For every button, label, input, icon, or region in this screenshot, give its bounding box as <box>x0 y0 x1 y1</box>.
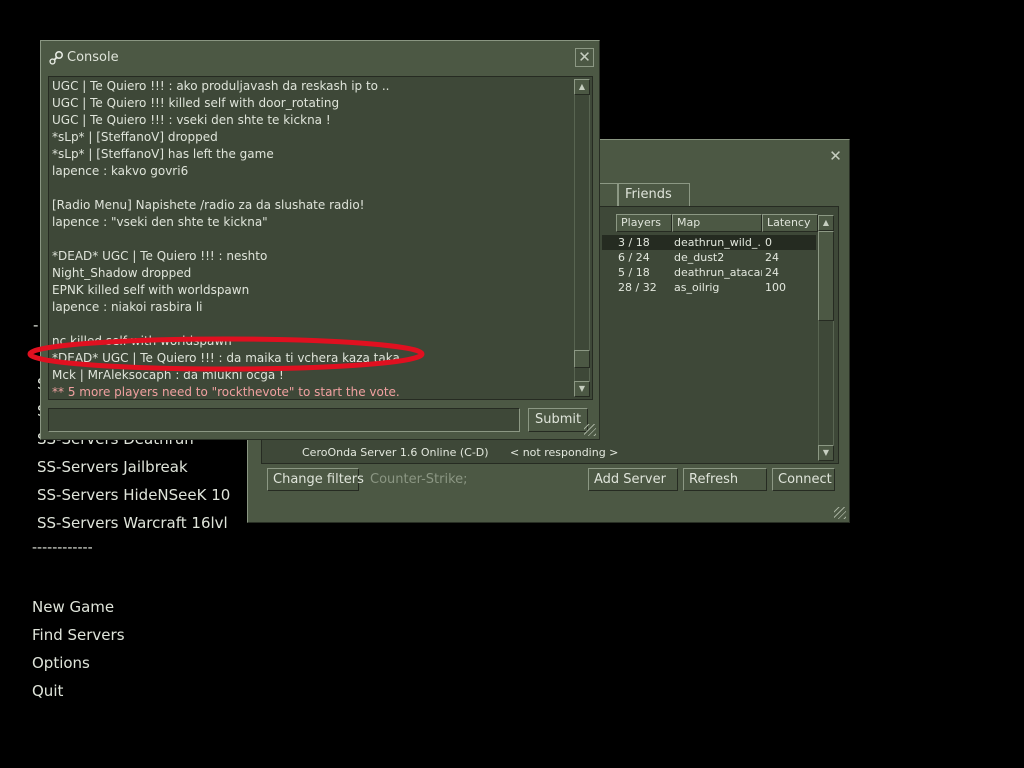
scroll-down-icon[interactable]: ▼ <box>818 445 834 461</box>
log-line-vote: ** 5 more players need to "rockthevote" … <box>52 385 400 399</box>
scroll-up-icon[interactable]: ▲ <box>574 79 590 95</box>
console-window: Console ✕ UGC | Te Quiero !!! : ako prod… <box>40 40 600 440</box>
log-line: lapence : kakvo govri6 <box>52 164 189 178</box>
menu-separator: ------------ <box>32 540 93 556</box>
scroll-down-icon[interactable]: ▼ <box>574 381 590 397</box>
menu-server-jailbreak[interactable]: SS-Servers Jailbreak <box>37 458 188 476</box>
log-line: [Radio Menu] Napishete /radio za da slus… <box>52 198 365 212</box>
log-line: *sLp* | [SteffanoV] has left the game <box>52 147 274 161</box>
server-latency: 24 <box>765 266 779 279</box>
server-latency: 24 <box>765 251 779 264</box>
console-scrollbar[interactable]: ▲ ▼ <box>574 79 590 397</box>
console-title: Console <box>67 50 119 65</box>
log-line: lapence : niakoi rasbira li <box>52 300 203 314</box>
filter-summary: Counter-Strike; <box>370 472 468 487</box>
column-map[interactable]: Map <box>672 214 762 232</box>
close-icon[interactable]: ✕ <box>575 48 594 67</box>
tab-friends[interactable]: Friends <box>618 183 690 206</box>
menu-partial-dash: - <box>33 316 39 334</box>
menu-server-warcraft[interactable]: SS-Servers Warcraft 16lvl <box>37 514 228 532</box>
log-line: *DEAD* UGC | Te Quiero !!! : neshto <box>52 249 268 263</box>
add-server-button[interactable]: Add Server <box>588 468 678 491</box>
server-players: 6 / 24 <box>618 251 650 264</box>
console-command-input[interactable] <box>48 408 520 432</box>
server-latency: 0 <box>765 236 772 249</box>
server-row[interactable]: 28 / 32 as_oilrig 100 <box>602 280 816 295</box>
change-filters-button[interactable]: Change filters <box>267 468 364 491</box>
connect-button[interactable]: Connect <box>772 468 835 491</box>
scroll-thumb[interactable] <box>574 350 590 368</box>
server-row[interactable]: 5 / 18 deathrun_atacama 24 <box>602 265 816 280</box>
menu-new-game[interactable]: New Game <box>32 598 114 616</box>
close-icon[interactable]: ✕ <box>826 148 845 167</box>
log-line: UGC | Te Quiero !!! : ako produljavash d… <box>52 79 390 93</box>
server-row[interactable]: 3 / 18 deathrun_wild_... 0 <box>602 235 816 250</box>
submit-button[interactable]: Submit <box>528 408 588 432</box>
server-status: < not responding > <box>510 446 619 459</box>
column-latency[interactable]: Latency <box>762 214 818 232</box>
menu-options[interactable]: Options <box>32 654 90 672</box>
server-row[interactable]: 6 / 24 de_dust2 24 <box>602 250 816 265</box>
log-line: Night_Shadow dropped <box>52 266 192 280</box>
server-map: deathrun_atacama <box>674 266 762 279</box>
server-players: 5 / 18 <box>618 266 650 279</box>
refresh-button[interactable]: Refresh <box>683 468 767 491</box>
log-line: EPNK killed self with worldspawn <box>52 283 250 297</box>
resize-grip[interactable] <box>834 507 846 519</box>
server-latency: 100 <box>765 281 786 294</box>
scroll-up-icon[interactable]: ▲ <box>818 215 834 231</box>
server-row[interactable]: CeroOnda Server 1.6 Online (C-D) < not r… <box>302 445 812 460</box>
log-line: *sLp* | [SteffanoV] dropped <box>52 130 218 144</box>
resize-grip[interactable] <box>584 424 596 436</box>
scroll-thumb[interactable] <box>818 231 834 321</box>
steam-icon <box>49 50 64 65</box>
server-map: as_oilrig <box>674 281 720 294</box>
menu-server-hidenseek[interactable]: SS-Servers HideNSeeK 10 <box>37 486 230 504</box>
log-line: UGC | Te Quiero !!! killed self with doo… <box>52 96 340 110</box>
server-players: 28 / 32 <box>618 281 657 294</box>
console-log[interactable]: UGC | Te Quiero !!! : ako produljavash d… <box>48 76 593 400</box>
server-name: CeroOnda Server 1.6 Online (C-D) <box>302 446 489 459</box>
log-line: UGC | Te Quiero !!! : vseki den shte te … <box>52 113 331 127</box>
server-list-scrollbar[interactable]: ▲ ▼ <box>818 215 834 461</box>
log-line: Mck | MrAleksocaph : da mlukni ocga ! <box>52 368 284 382</box>
server-players: 3 / 18 <box>618 236 650 249</box>
column-players[interactable]: Players <box>616 214 672 232</box>
menu-find-servers[interactable]: Find Servers <box>32 626 125 644</box>
log-line: nc killed self with worldspawn <box>52 334 232 348</box>
log-line: lapence : "vseki den shte te kickna" <box>52 215 268 229</box>
server-map: de_dust2 <box>674 251 725 264</box>
log-line-highlighted: *DEAD* UGC | Te Quiero !!! : da maika ti… <box>52 351 400 365</box>
menu-quit[interactable]: Quit <box>32 682 63 700</box>
server-map: deathrun_wild_... <box>674 236 762 249</box>
